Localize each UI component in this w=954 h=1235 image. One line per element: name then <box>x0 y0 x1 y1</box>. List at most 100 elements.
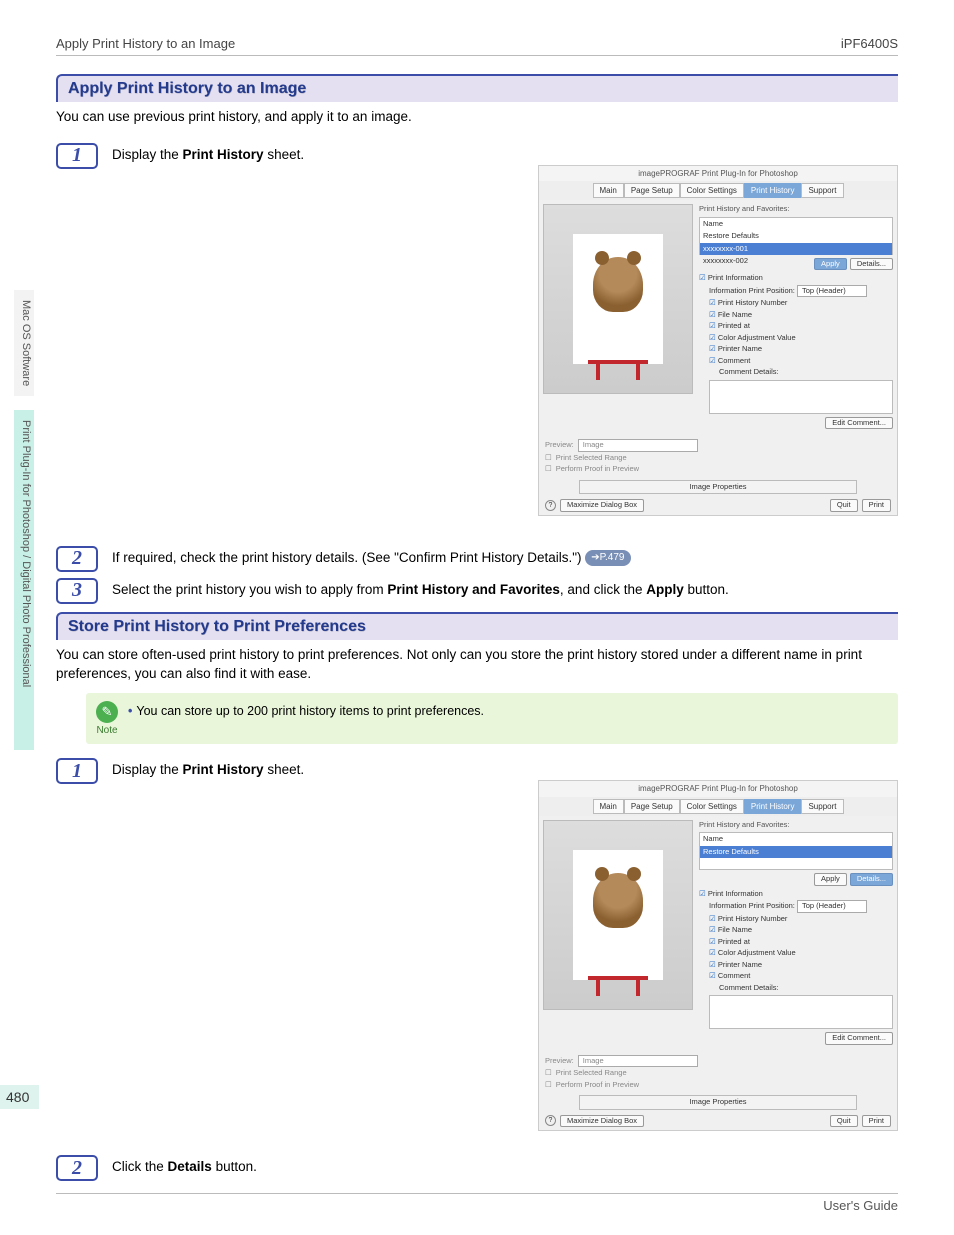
shot-tabs: Main Page Setup Color Settings Print His… <box>539 181 897 200</box>
tab-color-settings[interactable]: Color Settings <box>680 799 744 814</box>
list-header: Name <box>700 833 892 846</box>
chk-comment[interactable]: Comment <box>709 971 893 982</box>
header-topic: Apply Print History to an Image <box>56 36 235 51</box>
history-list[interactable]: Name Restore Defaults <box>699 832 893 870</box>
preview-label: Preview: <box>545 440 574 451</box>
tab-page-setup[interactable]: Page Setup <box>624 799 680 814</box>
perform-proof[interactable]: ☐ Perform Proof in Preview <box>545 1080 891 1091</box>
note-text: •You can store up to 200 print history i… <box>128 701 484 718</box>
note-label: Note <box>96 725 117 736</box>
preview-pane <box>543 204 693 394</box>
info-position-label: Information Print Position: <box>709 286 795 295</box>
preview-label: Preview: <box>545 1056 574 1067</box>
list-item[interactable]: Restore Defaults <box>700 230 892 243</box>
list-item[interactable]: xxxxxxxx-001 <box>700 243 892 256</box>
shot-window-title: imagePROGRAF Print Plug-In for Photoshop <box>539 781 897 796</box>
chk-history-number[interactable]: Print History Number <box>709 298 893 309</box>
tab-page-setup[interactable]: Page Setup <box>624 183 680 198</box>
details-button[interactable]: Details... <box>850 873 893 886</box>
note-box: ✎ Note •You can store up to 200 print hi… <box>86 693 898 744</box>
chk-file-name[interactable]: File Name <box>709 310 893 321</box>
section-heading-apply: Apply Print History to an Image <box>56 74 898 102</box>
comment-details-label: Comment Details: <box>709 983 893 994</box>
step-number-1: 1 <box>56 143 98 169</box>
print-button[interactable]: Print <box>862 1115 891 1128</box>
tab-color-settings[interactable]: Color Settings <box>680 183 744 198</box>
print-selected-range[interactable]: ☐ Print Selected Range <box>545 1068 891 1079</box>
comment-details-label: Comment Details: <box>709 367 893 378</box>
page-footer: User's Guide <box>56 1193 898 1213</box>
step-1b-text: Display the Print History sheet. imagePR… <box>112 758 898 1149</box>
step-number-2b: 2 <box>56 1155 98 1181</box>
tab-main[interactable]: Main <box>593 799 624 814</box>
comment-textarea[interactable] <box>709 995 893 1029</box>
preview-select[interactable]: Image <box>578 439 698 452</box>
step-3-text: Select the print history you wish to app… <box>112 578 898 600</box>
tab-support[interactable]: Support <box>801 183 843 198</box>
chk-printed-at[interactable]: Printed at <box>709 321 893 332</box>
section-heading-store: Store Print History to Print Preferences <box>56 612 898 640</box>
info-position-select[interactable]: Top (Header) <box>797 900 867 913</box>
edit-comment-button[interactable]: Edit Comment... <box>825 417 893 430</box>
chk-comment[interactable]: Comment <box>709 356 893 367</box>
shot-window-title: imagePROGRAF Print Plug-In for Photoshop <box>539 166 897 181</box>
page-header: Apply Print History to an Image iPF6400S <box>56 36 898 56</box>
maximize-dialog-button[interactable]: Maximize Dialog Box <box>560 1115 644 1128</box>
list-header: Name <box>700 218 892 231</box>
print-selected-range[interactable]: ☐ Print Selected Range <box>545 453 891 464</box>
section-intro: You can store often-used print history t… <box>56 646 898 684</box>
step-number-2: 2 <box>56 546 98 572</box>
comment-textarea[interactable] <box>709 380 893 414</box>
shot-tabs: Main Page Setup Color Settings Print His… <box>539 797 897 816</box>
info-position-label: Information Print Position: <box>709 901 795 910</box>
page-content: Apply Print History to an Image iPF6400S… <box>0 0 954 1235</box>
apply-button[interactable]: Apply <box>814 258 847 271</box>
step-2-text: If required, check the print history det… <box>112 546 898 568</box>
preview-select[interactable]: Image <box>578 1055 698 1068</box>
page-reference-link[interactable]: ➔P.479 <box>585 550 630 566</box>
print-button[interactable]: Print <box>862 499 891 512</box>
chair-icon <box>588 930 648 980</box>
info-position-select[interactable]: Top (Header) <box>797 285 867 298</box>
chk-print-info[interactable]: Print Information <box>699 273 893 284</box>
section-title: Store Print History to Print Preferences <box>68 618 888 636</box>
chk-file-name[interactable]: File Name <box>709 925 893 936</box>
image-properties-button[interactable]: Image Properties <box>579 1095 857 1110</box>
chk-history-number[interactable]: Print History Number <box>709 914 893 925</box>
history-list[interactable]: Name Restore Defaults xxxxxxxx-001 xxxxx… <box>699 217 893 255</box>
section-intro: You can use previous print history, and … <box>56 108 898 127</box>
help-icon[interactable]: ? <box>545 500 556 511</box>
screenshot-print-history-1: imagePROGRAF Print Plug-In for Photoshop… <box>538 165 898 516</box>
preview-image <box>573 234 663 364</box>
apply-button[interactable]: Apply <box>814 873 847 886</box>
note-icon: ✎ <box>96 701 118 723</box>
preview-image <box>573 850 663 980</box>
teddy-bear-icon <box>593 873 643 928</box>
preview-pane <box>543 820 693 1010</box>
header-model: iPF6400S <box>841 36 898 51</box>
chk-color-adjust[interactable]: Color Adjustment Value <box>709 948 893 959</box>
step-1-text: Display the Print History sheet. imagePR… <box>112 143 898 534</box>
quit-button[interactable]: Quit <box>830 499 858 512</box>
screenshot-print-history-2: imagePROGRAF Print Plug-In for Photoshop… <box>538 780 898 1131</box>
list-item[interactable]: Restore Defaults <box>700 846 892 859</box>
tab-support[interactable]: Support <box>801 799 843 814</box>
perform-proof[interactable]: ☐ Perform Proof in Preview <box>545 464 891 475</box>
step-number-3: 3 <box>56 578 98 604</box>
tab-print-history[interactable]: Print History <box>744 799 802 814</box>
section-title: Apply Print History to an Image <box>68 80 888 98</box>
maximize-dialog-button[interactable]: Maximize Dialog Box <box>560 499 644 512</box>
help-icon[interactable]: ? <box>545 1115 556 1126</box>
image-properties-button[interactable]: Image Properties <box>579 480 857 495</box>
chk-print-info[interactable]: Print Information <box>699 889 893 900</box>
edit-comment-button[interactable]: Edit Comment... <box>825 1032 893 1045</box>
quit-button[interactable]: Quit <box>830 1115 858 1128</box>
details-button[interactable]: Details... <box>850 258 893 271</box>
tab-main[interactable]: Main <box>593 183 624 198</box>
chk-printer-name[interactable]: Printer Name <box>709 960 893 971</box>
chk-printer-name[interactable]: Printer Name <box>709 344 893 355</box>
chk-printed-at[interactable]: Printed at <box>709 937 893 948</box>
chk-color-adjust[interactable]: Color Adjustment Value <box>709 333 893 344</box>
tab-print-history[interactable]: Print History <box>744 183 802 198</box>
chair-icon <box>588 314 648 364</box>
